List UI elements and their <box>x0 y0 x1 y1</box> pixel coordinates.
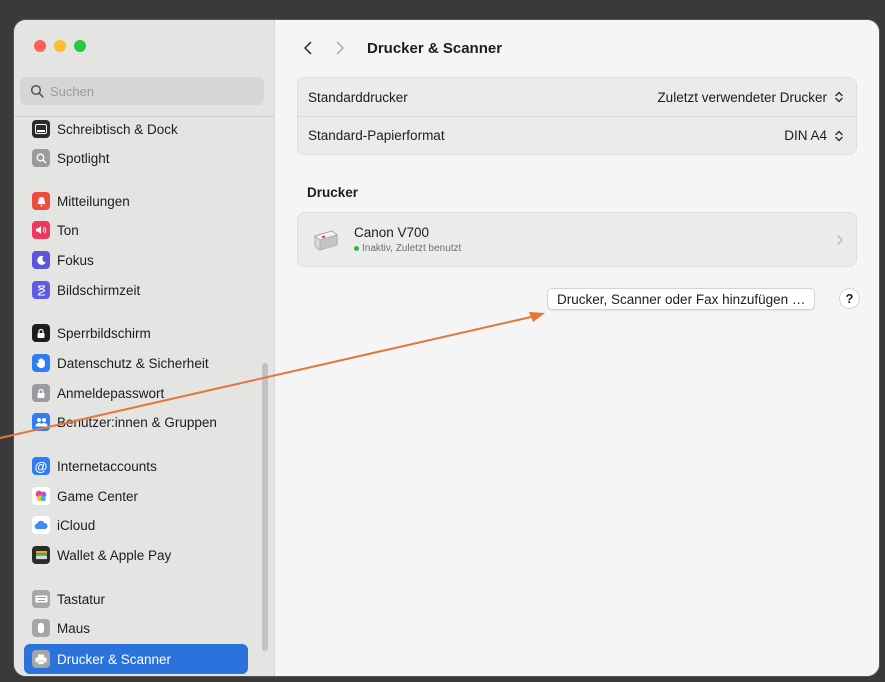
sidebar-item-drucker-scanner[interactable]: Drucker & Scanner <box>24 644 248 674</box>
default-printer-label: Standarddrucker <box>308 89 408 105</box>
sidebar-item-label: Bildschirmzeit <box>57 282 141 298</box>
sidebar-item-benutzer-gruppen[interactable]: Benutzer:innen & Gruppen <box>24 409 248 435</box>
notifications-icon <box>32 192 50 210</box>
sidebar-item-label: Datenschutz & Sicherheit <box>57 355 209 371</box>
sidebar-item-game-center[interactable]: Game Center <box>24 483 248 509</box>
sidebar-item-spotlight[interactable]: Spotlight <box>24 145 248 171</box>
sidebar-item-fokus[interactable]: Fokus <box>24 247 248 273</box>
sidebar-item-bildschirmzeit[interactable]: Bildschirmzeit <box>24 277 248 303</box>
sidebar-item-label: Anmeldepasswort <box>57 385 165 401</box>
chevron-right-icon <box>336 41 344 55</box>
privacy-hand-icon <box>32 354 50 372</box>
sidebar-item-maus[interactable]: Maus <box>24 615 248 641</box>
page-title: Drucker & Scanner <box>367 39 503 57</box>
sidebar-item-label: iCloud <box>57 517 96 533</box>
sidebar-item-icloud[interactable]: iCloud <box>24 512 248 538</box>
paper-size-row: Standard-Papierformat DIN A4 <box>298 116 856 154</box>
sidebar-item-label: Ton <box>57 222 79 238</box>
paper-size-value: DIN A4 <box>784 128 827 143</box>
sidebar-item-label: Sperrbildschirm <box>57 325 151 341</box>
sound-icon <box>32 221 50 239</box>
printer-status-text: Inaktiv, Zuletzt benutzt <box>362 243 462 254</box>
sidebar-item-label: Benutzer:innen & Gruppen <box>57 414 217 430</box>
help-button[interactable]: ? <box>839 288 860 309</box>
sidebar-item-label: Maus <box>57 620 91 636</box>
lock-icon <box>32 384 50 402</box>
focus-icon <box>32 251 50 269</box>
window-controls <box>34 40 86 52</box>
sidebar-item-label: Fokus <box>57 252 94 268</box>
chevron-left-icon <box>304 41 312 55</box>
maximize-window-button[interactable] <box>74 40 86 52</box>
chevron-right-icon <box>837 234 843 245</box>
toolbar: Drucker & Scanner <box>297 37 502 59</box>
lockscreen-icon <box>32 324 50 342</box>
default-printer-value: Zuletzt verwendeter Drucker <box>657 89 827 105</box>
users-icon <box>32 413 50 431</box>
printer-list-item[interactable]: Canon V700 Inaktiv, Zuletzt benutzt <box>298 213 856 266</box>
popup-stepper-icon <box>835 91 843 103</box>
search-icon <box>30 84 44 98</box>
sidebar-item-tastatur[interactable]: Tastatur <box>24 586 248 612</box>
search-field[interactable] <box>20 77 264 105</box>
printers-list: Canon V700 Inaktiv, Zuletzt benutzt <box>297 212 857 267</box>
keyboard-icon <box>32 590 50 608</box>
back-button[interactable] <box>297 37 319 59</box>
spotlight-icon <box>32 149 50 167</box>
printer-settings-card: Standarddrucker Zuletzt verwendeter Druc… <box>297 77 857 155</box>
sidebar-item-label: Mitteilungen <box>57 193 130 209</box>
search-input[interactable] <box>50 83 250 99</box>
printer-device-icon <box>314 230 338 250</box>
status-dot-icon <box>354 246 359 251</box>
sidebar-item-label: Spotlight <box>57 150 110 166</box>
sidebar-item-label: Internetaccounts <box>57 458 157 474</box>
screentime-icon <box>32 281 50 299</box>
close-window-button[interactable] <box>34 40 46 52</box>
dock-icon <box>32 120 50 138</box>
printer-name: Canon V700 <box>354 225 430 240</box>
sidebar-item-label: Tastatur <box>57 591 106 607</box>
sidebar-item-sperrbildschirm[interactable]: Sperrbildschirm <box>24 320 248 346</box>
printer-status: Inaktiv, Zuletzt benutzt <box>354 243 461 254</box>
at-icon: @ <box>32 457 50 475</box>
sidebar-item-mitteilungen[interactable]: Mitteilungen <box>24 188 248 214</box>
paper-size-popup[interactable]: DIN A4 <box>784 128 846 143</box>
sidebar-item-label: Wallet & Apple Pay <box>57 547 172 563</box>
sidebar-item-ton[interactable]: Ton <box>24 217 248 243</box>
cloud-icon <box>32 516 50 534</box>
sidebar-item-schreibtisch-dock[interactable]: Schreibtisch & Dock <box>24 116 248 142</box>
printers-section-title: Drucker <box>307 185 359 200</box>
default-printer-popup[interactable]: Zuletzt verwendeter Drucker <box>657 90 846 105</box>
sidebar-item-wallet[interactable]: Wallet & Apple Pay <box>24 542 248 568</box>
sidebar: Schreibtisch & Dock Spotlight Mitteilung… <box>14 20 275 676</box>
gamecenter-icon <box>32 487 50 505</box>
default-printer-row: Standarddrucker Zuletzt verwendeter Druc… <box>298 78 856 116</box>
settings-window: Schreibtisch & Dock Spotlight Mitteilung… <box>14 20 879 676</box>
minimize-window-button[interactable] <box>54 40 66 52</box>
add-printer-button[interactable]: Drucker, Scanner oder Fax hinzufügen … <box>547 288 816 310</box>
sidebar-scrollbar[interactable] <box>262 363 268 651</box>
printer-icon <box>32 650 50 668</box>
popup-stepper-icon <box>835 130 843 141</box>
forward-button[interactable] <box>329 37 351 59</box>
sidebar-item-label: Schreibtisch & Dock <box>57 121 178 137</box>
sidebar-item-label: Drucker & Scanner <box>57 651 172 667</box>
wallet-icon <box>32 546 50 564</box>
paper-size-label: Standard-Papierformat <box>308 128 445 143</box>
sidebar-item-anmeldepasswort[interactable]: Anmeldepasswort <box>24 380 248 406</box>
sidebar-item-label: Game Center <box>57 488 139 504</box>
sidebar-item-internetaccounts[interactable]: @ Internetaccounts <box>24 453 248 479</box>
sidebar-item-datenschutz[interactable]: Datenschutz & Sicherheit <box>24 350 248 376</box>
mouse-icon <box>32 619 50 637</box>
main-content: Drucker & Scanner Standarddrucker Zuletz… <box>275 20 879 676</box>
